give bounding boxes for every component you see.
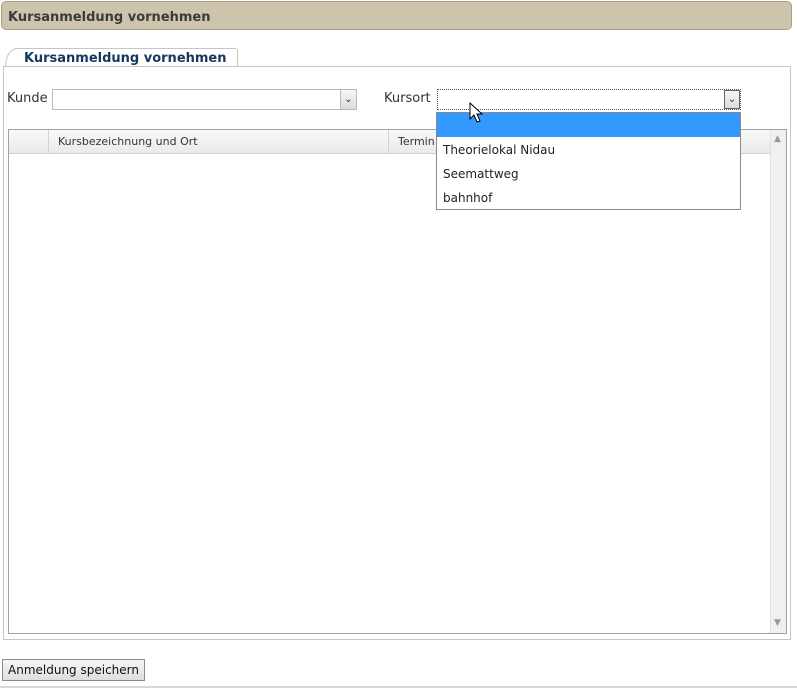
- tab-label: Kursanmeldung vornehmen: [24, 51, 227, 66]
- kunde-label: Kunde: [7, 91, 48, 106]
- grid-scrollbar[interactable]: ▲ ▼: [770, 130, 786, 633]
- panel-header: Kursanmeldung vornehmen: [1, 1, 792, 30]
- tab-strip: Kursanmeldung vornehmen: [3, 48, 791, 67]
- kursort-dropdown-list: Theorielokal Nidau Seemattweg bahnhof: [436, 112, 741, 210]
- panel-title: Kursanmeldung vornehmen: [8, 10, 211, 25]
- scroll-up-icon[interactable]: ▲: [774, 134, 781, 144]
- kunde-combobox[interactable]: ⌄: [52, 89, 357, 110]
- tab-kursanmeldung[interactable]: Kursanmeldung vornehmen: [5, 48, 238, 66]
- chevron-down-icon: ⌄: [344, 93, 353, 105]
- kursort-label: Kursort: [384, 91, 431, 106]
- chevron-down-icon: ⌄: [727, 93, 737, 105]
- mouse-pointer-icon: [469, 102, 483, 123]
- kunde-input[interactable]: [53, 90, 340, 109]
- grid-column-kursbezeichnung[interactable]: Kursbezeichnung und Ort: [49, 130, 389, 153]
- save-registration-button[interactable]: Anmeldung speichern: [2, 659, 145, 681]
- grid-column-checkbox[interactable]: [9, 130, 49, 153]
- kunde-dropdown-trigger[interactable]: ⌄: [340, 90, 356, 109]
- kursort-option[interactable]: Theorielokal Nidau: [437, 138, 740, 162]
- kursort-dropdown-trigger[interactable]: ⌄: [724, 90, 740, 109]
- scroll-down-icon[interactable]: ▼: [774, 618, 781, 628]
- kursort-option[interactable]: bahnhof: [437, 186, 740, 210]
- kursort-option[interactable]: Seemattweg: [437, 162, 740, 186]
